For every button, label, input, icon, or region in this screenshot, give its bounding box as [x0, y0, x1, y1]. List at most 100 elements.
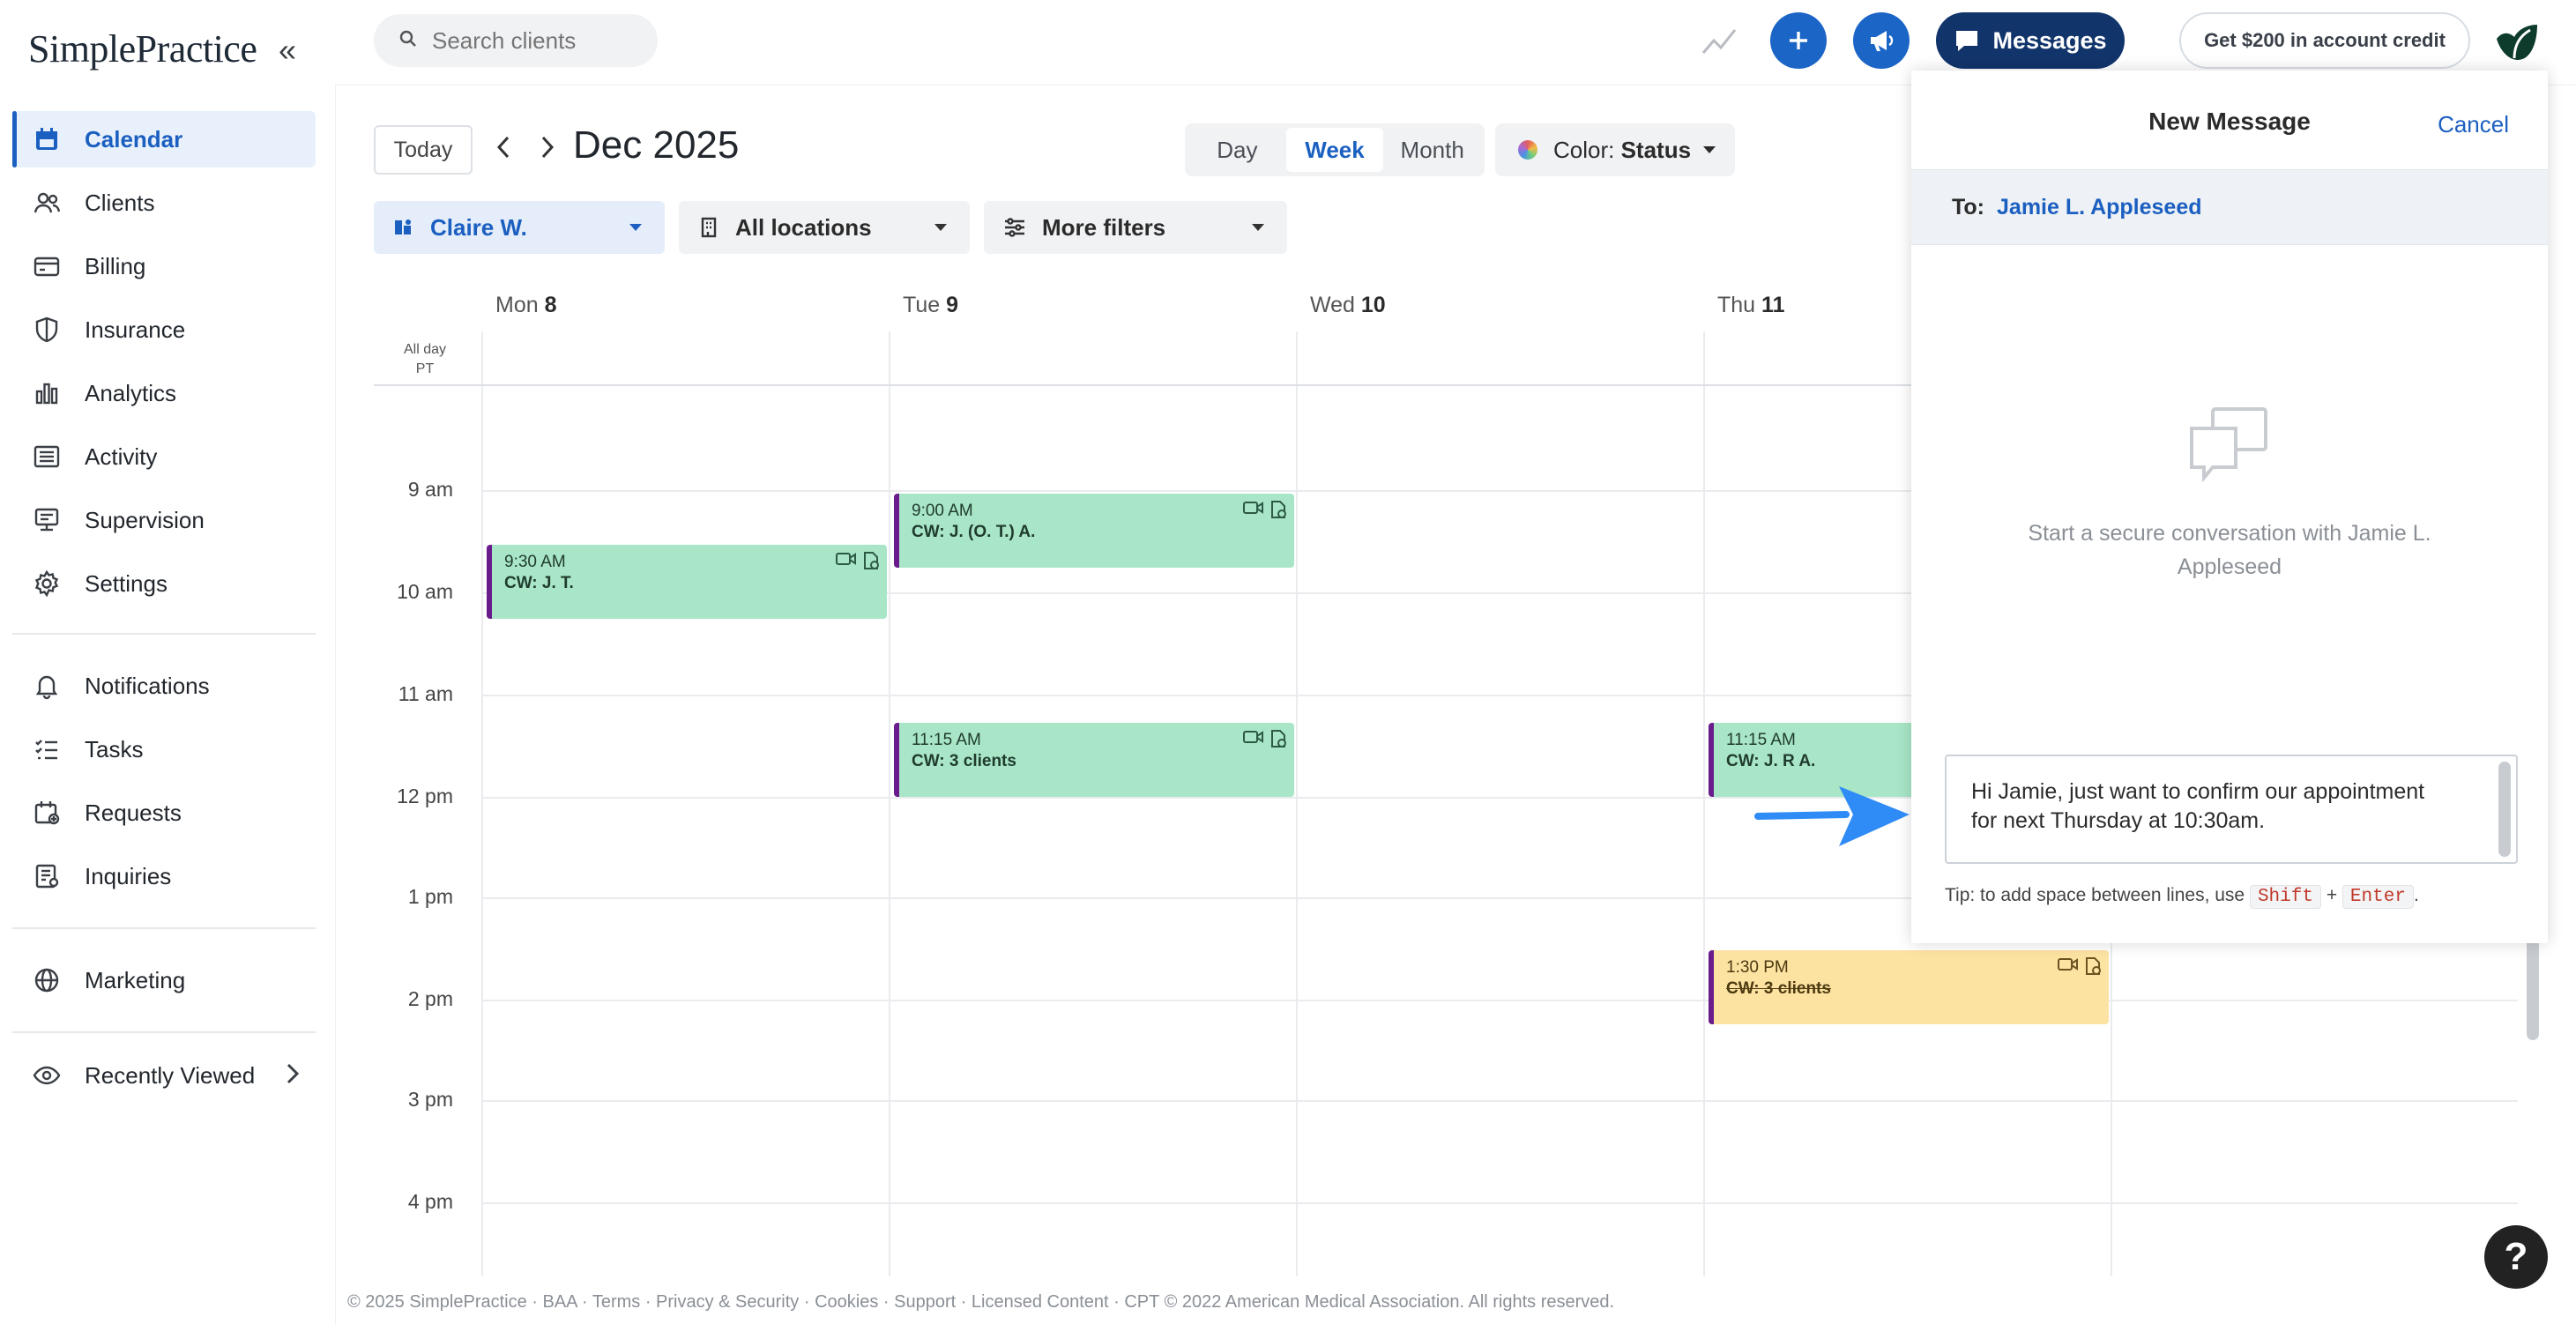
sidebar-item-clients[interactable]: Clients	[12, 175, 316, 231]
recipient-name[interactable]: Jamie L. Appleseed	[1997, 195, 2202, 220]
view-week-button[interactable]: Week	[1285, 128, 1384, 172]
clients-icon	[32, 188, 62, 218]
appointment-card[interactable]: 11:15 AM CW: 3 clients	[894, 723, 1294, 797]
sidebar-item-notifications[interactable]: Notifications	[12, 658, 316, 714]
tip-text: Tip: to add space between lines, use Shi…	[1945, 885, 2419, 909]
hour-label: 2 pm	[407, 987, 453, 1010]
appointment-card[interactable]: 1:30 PM CW: 3 clients	[1709, 950, 2109, 1024]
color-status-dropdown[interactable]: Color: Status	[1495, 123, 1735, 176]
sidebar: SimplePractice « Calendar Clients Billin…	[0, 0, 336, 1324]
day-header-tue[interactable]: Tue 9	[903, 293, 958, 318]
appointment-card[interactable]: 9:30 AM CW: J. T.	[487, 545, 887, 619]
sidebar-item-supervision[interactable]: Supervision	[12, 492, 316, 548]
chat-bubble-icon	[1956, 31, 1978, 51]
app-logo[interactable]: SimplePractice	[28, 26, 257, 71]
video-icon	[1243, 502, 1263, 514]
view-month-button[interactable]: Month	[1383, 128, 1481, 172]
more-filters[interactable]: More filters	[984, 201, 1287, 254]
globe-icon	[32, 965, 62, 995]
hour-line	[481, 1000, 2518, 1001]
sidebar-item-tasks[interactable]: Tasks	[12, 721, 316, 777]
sidebar-item-calendar[interactable]: Calendar	[12, 111, 316, 167]
empty-state-text: Start a secure conversation with Jamie L…	[2028, 521, 2431, 579]
color-label: Color:	[1553, 136, 1615, 163]
supervision-icon	[32, 505, 62, 535]
tasks-icon	[32, 734, 62, 764]
sidebar-item-label: Recently Viewed	[85, 1061, 256, 1089]
sidebar-item-requests[interactable]: Requests	[12, 785, 316, 841]
hour-label: 9 am	[407, 478, 453, 501]
sidebar-item-marketing[interactable]: Marketing	[12, 952, 316, 1008]
day-header-mon[interactable]: Mon 8	[495, 293, 557, 318]
message-text: Hi Jamie, just want to confirm our appoi…	[1971, 779, 2425, 833]
color-wheel-icon	[1518, 140, 1537, 160]
announcements-button[interactable]	[1853, 12, 1910, 69]
caret-down-icon	[629, 224, 642, 231]
secondary-nav: Notifications Tasks Requests Inquiries	[12, 658, 316, 911]
account-credit-button[interactable]: Get $200 in account credit	[2179, 12, 2470, 69]
sidebar-item-analytics[interactable]: Analytics	[12, 365, 316, 421]
footer-links[interactable]: © 2025 SimplePractice · BAA · Terms · Pr…	[347, 1292, 1614, 1313]
calendar-scrollbar[interactable]	[2527, 934, 2539, 1040]
sidebar-item-inquiries[interactable]: Inquiries	[12, 848, 316, 904]
video-icon	[1243, 731, 1263, 743]
grid-column-line	[889, 331, 890, 1276]
next-week-icon[interactable]	[538, 132, 557, 170]
conversation-icon	[2186, 405, 2271, 489]
search-icon	[398, 29, 418, 53]
megaphone-icon	[1871, 31, 1894, 51]
locations-filter[interactable]: All locations	[679, 201, 970, 254]
day-header-wed[interactable]: Wed 10	[1310, 293, 1386, 318]
all-day-label: All day PT	[404, 342, 447, 376]
day-header-thu[interactable]: Thu 11	[1717, 293, 1784, 318]
cancel-button[interactable]: Cancel	[2438, 111, 2509, 138]
appointment-card[interactable]: 9:00 AM CW: J. (O. T.) A.	[894, 494, 1294, 568]
search-input[interactable]	[430, 26, 645, 56]
sidebar-item-label: Supervision	[85, 506, 205, 533]
search-box[interactable]	[374, 14, 658, 67]
textarea-scrollbar[interactable]	[2498, 762, 2511, 857]
document-check-icon	[2086, 957, 2101, 975]
prev-week-icon[interactable]	[494, 132, 513, 170]
trend-icon[interactable]	[1701, 25, 1737, 61]
sidebar-item-billing[interactable]: Billing	[12, 238, 316, 294]
clinician-icon	[395, 219, 411, 234]
grid-column-line	[1703, 331, 1705, 1276]
add-button[interactable]	[1770, 12, 1827, 69]
clinician-filter[interactable]: Claire W.	[374, 201, 665, 254]
sidebar-item-settings[interactable]: Settings	[12, 555, 316, 612]
appointment-icons	[836, 552, 880, 569]
caret-down-icon	[1703, 146, 1716, 153]
hour-label: 1 pm	[407, 885, 453, 908]
today-button[interactable]: Today	[374, 125, 473, 175]
requests-icon	[32, 798, 62, 828]
recipient-row: To: Jamie L. Appleseed	[1911, 169, 2548, 245]
sidebar-item-activity[interactable]: Activity	[12, 428, 316, 485]
grid-column-line	[1296, 331, 1298, 1276]
month-title: Dec 2025	[573, 123, 740, 167]
eye-icon	[32, 1060, 62, 1090]
hour-label: 10 am	[397, 580, 453, 603]
new-message-panel: New Message Cancel To: Jamie L. Applesee…	[1911, 71, 2548, 943]
building-icon	[701, 217, 717, 238]
color-value: Status	[1620, 136, 1692, 163]
messages-label: Messages	[1992, 26, 2107, 54]
document-check-icon	[864, 552, 879, 569]
messages-button[interactable]: Messages	[1936, 12, 2125, 69]
message-textarea[interactable]: Hi Jamie, just want to confirm our appoi…	[1945, 755, 2518, 864]
more-filters-label: More filters	[1042, 213, 1166, 241]
shield-icon	[32, 315, 62, 345]
collapse-sidebar-icon[interactable]: «	[279, 32, 296, 69]
sidebar-item-label: Analytics	[85, 379, 177, 406]
sidebar-item-label: Notifications	[85, 672, 210, 699]
document-check-icon	[1271, 730, 1286, 748]
help-button[interactable]: ?	[2484, 1225, 2548, 1289]
sidebar-item-label: Marketing	[85, 966, 186, 993]
main-nav: Calendar Clients Billing Insurance Analy…	[12, 111, 316, 619]
brand-leaf-icon[interactable]	[2491, 16, 2541, 68]
sidebar-item-insurance[interactable]: Insurance	[12, 301, 316, 358]
sidebar-item-recently-viewed[interactable]: Recently Viewed	[12, 1047, 316, 1104]
gear-icon	[32, 569, 62, 599]
view-day-button[interactable]: Day	[1188, 128, 1286, 172]
hour-label: 3 pm	[407, 1088, 453, 1111]
